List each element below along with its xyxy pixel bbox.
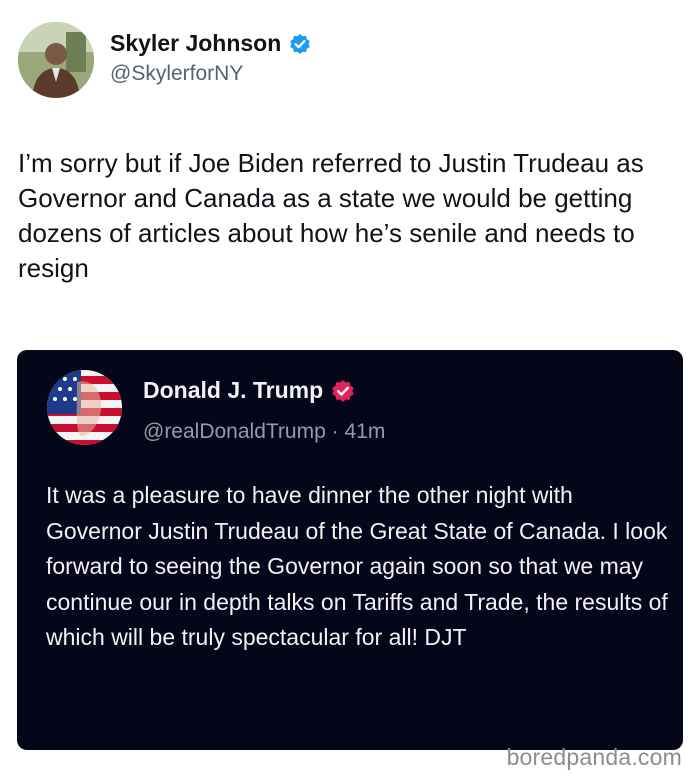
- verified-badge-icon: [289, 33, 311, 55]
- flag-portrait-icon: [47, 370, 122, 445]
- author-avatar[interactable]: [18, 22, 94, 98]
- quoted-author-handle[interactable]: @realDonaldTrump: [143, 420, 326, 443]
- verified-badge-icon: [331, 379, 355, 403]
- separator-dot: ·: [331, 420, 339, 443]
- tweet-text: I’m sorry but if Joe Biden referred to J…: [18, 148, 644, 283]
- person-portrait-icon: [18, 22, 94, 98]
- quoted-post-card[interactable]: Donald J. Trump @realDonaldTrump · 41m I…: [17, 350, 683, 750]
- author-name[interactable]: Skyler Johnson: [110, 30, 281, 57]
- quoted-post-text: It was a pleasure to have dinner the oth…: [46, 482, 668, 650]
- quoted-author-name[interactable]: Donald J. Trump: [143, 377, 323, 404]
- watermark: boredpanda.com: [506, 744, 682, 770]
- post-timestamp[interactable]: 41m: [344, 420, 385, 443]
- quoted-author-avatar[interactable]: [47, 370, 122, 445]
- author-handle[interactable]: @SkylerforNY: [110, 62, 243, 86]
- quoted-handle-row: @realDonaldTrump · 41m: [143, 420, 385, 444]
